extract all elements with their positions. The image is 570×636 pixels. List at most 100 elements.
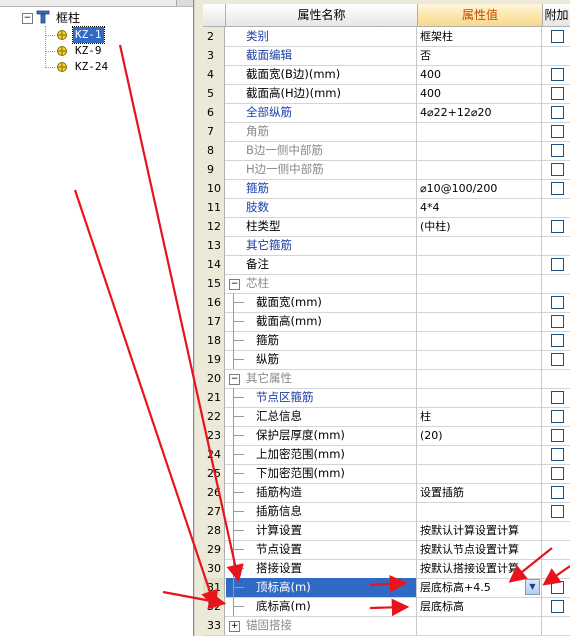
property-row[interactable]: 8 B边一侧中部筋	[203, 141, 570, 161]
property-name-cell[interactable]: 箍筋	[226, 331, 417, 350]
tree-item-label[interactable]: KZ-1	[72, 26, 105, 44]
property-value-cell[interactable]: 4⌀22+12⌀20	[418, 103, 542, 122]
property-name-cell[interactable]: 截面编辑	[226, 46, 417, 65]
scroll-button[interactable]	[176, 0, 193, 6]
property-value-cell[interactable]: 层底标高	[418, 597, 542, 616]
property-name-cell[interactable]: 下加密范围(mm)	[226, 464, 417, 483]
property-row[interactable]: 31 顶标高(m) 层底标高+4.5 ▼	[203, 578, 570, 598]
property-name-cell[interactable]: 肢数	[226, 198, 417, 217]
tree-scrollbar[interactable]	[0, 0, 193, 7]
property-value-cell[interactable]	[418, 141, 542, 160]
property-value-cell[interactable]	[418, 293, 542, 312]
property-row[interactable]: 24 上加密范围(mm)	[203, 445, 570, 465]
collapse-icon[interactable]: −	[22, 13, 33, 24]
property-value-cell[interactable]: 400	[418, 65, 542, 84]
property-row[interactable]: 2 类别 框架柱	[203, 27, 570, 47]
property-row[interactable]: 10 箍筋 ⌀10@100/200	[203, 179, 570, 199]
property-row[interactable]: 23 保护层厚度(mm) (20)	[203, 426, 570, 446]
attach-checkbox[interactable]	[551, 30, 564, 43]
property-row[interactable]: 29 节点设置 按默认节点设置计算	[203, 540, 570, 560]
property-row[interactable]: 18 箍筋	[203, 331, 570, 351]
property-row[interactable]: 16 截面宽(mm)	[203, 293, 570, 313]
property-name-cell[interactable]: 备注	[226, 255, 417, 274]
attach-checkbox[interactable]	[551, 581, 564, 594]
property-value-cell[interactable]	[418, 464, 542, 483]
property-name-cell[interactable]: − 其它属性	[226, 369, 417, 388]
tree-root-label[interactable]: 框柱	[56, 9, 80, 26]
property-row[interactable]: 9 H边一侧中部筋	[203, 160, 570, 180]
property-row[interactable]: 30 搭接设置 按默认搭接设置计算	[203, 559, 570, 579]
property-name-cell[interactable]: − 芯柱	[226, 274, 417, 293]
property-name-cell[interactable]: 柱类型	[226, 217, 417, 236]
property-row[interactable]: 26 插筋构造 设置插筋	[203, 483, 570, 503]
attach-checkbox[interactable]	[551, 220, 564, 233]
property-name-cell[interactable]: 角筋	[226, 122, 417, 141]
property-value-cell[interactable]	[418, 388, 542, 407]
attach-checkbox[interactable]	[551, 391, 564, 404]
property-value-cell[interactable]	[418, 350, 542, 369]
expand-icon[interactable]: +	[229, 621, 240, 632]
property-name-cell[interactable]: 计算设置	[226, 521, 417, 540]
property-value-cell[interactable]	[418, 445, 542, 464]
property-value-cell[interactable]: (中柱)	[418, 217, 542, 236]
property-name-cell[interactable]: 全部纵筋	[226, 103, 417, 122]
attach-checkbox[interactable]	[551, 429, 564, 442]
attach-checkbox[interactable]	[551, 296, 564, 309]
attach-checkbox[interactable]	[551, 258, 564, 271]
tree-item-label[interactable]: KZ-24	[75, 59, 108, 75]
attach-checkbox[interactable]	[551, 467, 564, 480]
property-name-cell[interactable]: 截面高(H边)(mm)	[226, 84, 417, 103]
attach-checkbox[interactable]	[551, 486, 564, 499]
property-name-cell[interactable]: + 锚固搭接	[226, 616, 417, 635]
property-row[interactable]: 7 角筋	[203, 122, 570, 142]
property-name-cell[interactable]: 纵筋	[226, 350, 417, 369]
property-row[interactable]: 15− 芯柱	[203, 274, 570, 294]
property-value-cell[interactable]	[418, 160, 542, 179]
property-row[interactable]: 14 备注	[203, 255, 570, 275]
property-name-cell[interactable]: 箍筋	[226, 179, 417, 198]
property-name-cell[interactable]: 汇总信息	[226, 407, 417, 426]
attach-checkbox[interactable]	[551, 106, 564, 119]
property-value-cell[interactable]: 4*4	[418, 198, 542, 217]
tree-item-label[interactable]: KZ-9	[75, 43, 102, 59]
property-value-cell[interactable]: 层底标高+4.5 ▼	[418, 578, 542, 597]
property-row[interactable]: 28 计算设置 按默认计算设置计算	[203, 521, 570, 541]
property-value-cell[interactable]	[418, 369, 542, 388]
property-row[interactable]: 3 截面编辑 否	[203, 46, 570, 66]
property-value-cell[interactable]: 柱	[418, 407, 542, 426]
attach-checkbox[interactable]	[551, 315, 564, 328]
property-value-cell[interactable]	[418, 274, 542, 293]
property-value-cell[interactable]: 框架柱	[418, 27, 542, 46]
property-value-cell[interactable]: 按默认节点设置计算	[418, 540, 542, 559]
property-row[interactable]: 33 + 锚固搭接	[203, 616, 570, 636]
dropdown-button[interactable]: ▼	[525, 579, 540, 595]
property-row[interactable]: 12 柱类型 (中柱)	[203, 217, 570, 237]
property-row[interactable]: 21 节点区箍筋	[203, 388, 570, 408]
property-name-cell[interactable]: 其它箍筋	[226, 236, 417, 255]
attach-checkbox[interactable]	[551, 144, 564, 157]
property-row[interactable]: 20− 其它属性	[203, 369, 570, 389]
property-row[interactable]: 13 其它箍筋	[203, 236, 570, 256]
property-row[interactable]: 6 全部纵筋 4⌀22+12⌀20	[203, 103, 570, 123]
property-name-cell[interactable]: 插筋构造	[226, 483, 417, 502]
header-property-name[interactable]: 属性名称	[226, 4, 418, 27]
property-name-cell[interactable]: 类别	[226, 27, 417, 46]
property-name-cell[interactable]: 上加密范围(mm)	[226, 445, 417, 464]
property-name-cell[interactable]: 节点区箍筋	[226, 388, 417, 407]
attach-checkbox[interactable]	[551, 448, 564, 461]
property-row[interactable]: 27 插筋信息	[203, 502, 570, 522]
property-value-cell[interactable]: 否	[418, 46, 542, 65]
attach-checkbox[interactable]	[551, 163, 564, 176]
collapse-icon[interactable]: −	[229, 279, 240, 290]
property-name-cell[interactable]: 截面高(mm)	[226, 312, 417, 331]
property-value-cell[interactable]	[418, 255, 542, 274]
property-row[interactable]: 17 截面高(mm)	[203, 312, 570, 332]
property-name-cell[interactable]: 截面宽(mm)	[226, 293, 417, 312]
property-value-cell[interactable]	[418, 236, 542, 255]
property-name-cell[interactable]: 截面宽(B边)(mm)	[226, 65, 417, 84]
property-value-cell[interactable]: ⌀10@100/200	[418, 179, 542, 198]
attach-checkbox[interactable]	[551, 353, 564, 366]
header-property-value[interactable]: 属性值	[418, 4, 543, 27]
property-name-cell[interactable]: H边一侧中部筋	[226, 160, 417, 179]
header-attach[interactable]: 附加	[543, 4, 570, 27]
